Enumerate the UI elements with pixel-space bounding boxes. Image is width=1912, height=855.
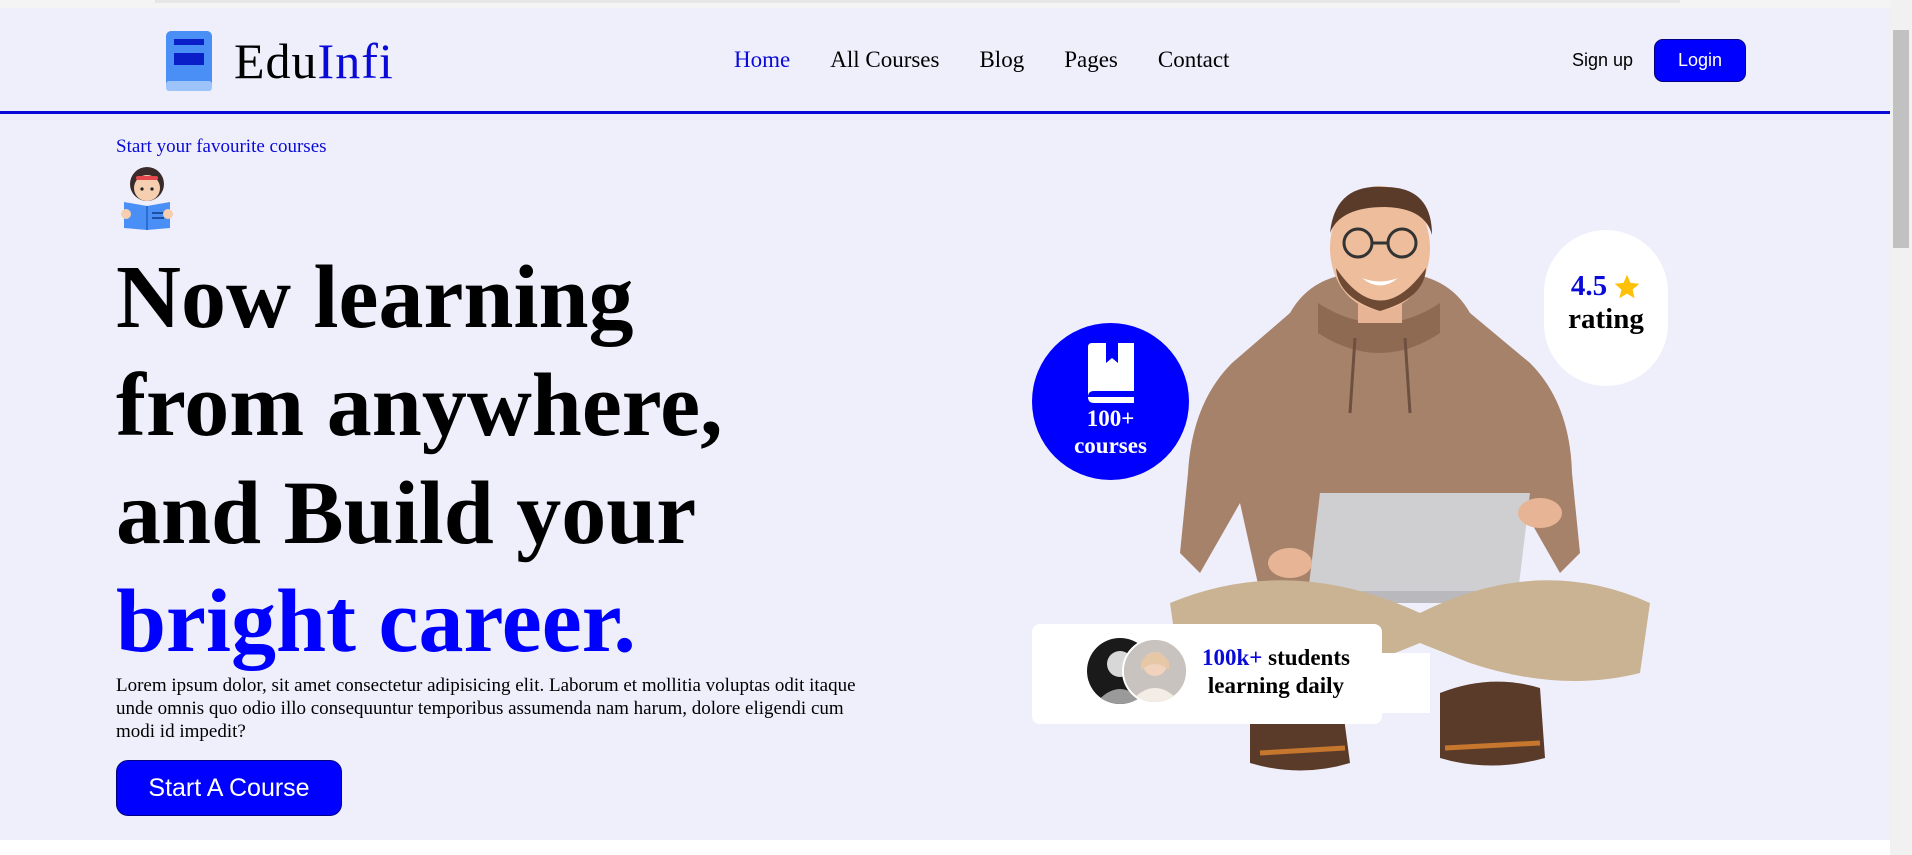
brand-name: EduInfi [234, 36, 394, 86]
headline-line: from anywhere, [116, 356, 723, 455]
login-button[interactable]: Login [1654, 39, 1746, 82]
students-count: 100k+ [1202, 645, 1263, 670]
headline-line: and Build your [116, 464, 697, 563]
hero-description: Lorem ipsum dolor, sit amet consectetur … [116, 675, 856, 742]
browser-top-strip [0, 0, 1890, 8]
students-stat-card: 100k+ students learning daily [1032, 624, 1382, 724]
reading-girl-icon [118, 164, 176, 230]
students-label: students [1268, 645, 1350, 670]
main-nav: Home All Courses Blog Pages Contact [734, 48, 1229, 71]
brand-name-part1: Edu [234, 33, 318, 89]
courses-label: courses [1074, 433, 1147, 458]
top-strip-bar [155, 0, 1680, 3]
nav-all-courses[interactable]: All Courses [830, 48, 939, 71]
brand-name-part2: Infi [317, 33, 394, 89]
site-header: EduInfi Home All Courses Blog Pages Cont… [0, 8, 1890, 114]
page: EduInfi Home All Courses Blog Pages Cont… [0, 8, 1890, 840]
nav-blog[interactable]: Blog [979, 48, 1024, 71]
avatar [1122, 638, 1188, 704]
page-scrollbar[interactable] [1890, 0, 1912, 855]
students-sublabel: learning daily [1207, 673, 1345, 698]
scrollbar-thumb[interactable] [1893, 30, 1909, 248]
hero-headline: Now learning from anywhere, and Build yo… [116, 244, 876, 676]
headline-highlight: bright career. [116, 572, 636, 671]
rating-value: 4.5 [1570, 270, 1608, 302]
courses-stat-badge: 100+ courses [1032, 323, 1189, 480]
hero-eyebrow: Start your favourite courses [116, 136, 327, 157]
start-course-button[interactable]: Start A Course [116, 760, 342, 816]
book-icon [1084, 343, 1138, 405]
nav-pages[interactable]: Pages [1064, 48, 1118, 71]
rating-stat-badge: 4.5 rating [1544, 230, 1668, 386]
brand-logo[interactable]: EduInfi [164, 29, 394, 93]
headline-line: Now learning [116, 248, 634, 347]
courses-count: 100+ [1086, 406, 1135, 431]
signup-link[interactable]: Sign up [1572, 50, 1633, 71]
nav-contact[interactable]: Contact [1158, 48, 1230, 71]
rating-label: rating [1568, 303, 1644, 335]
book-icon [164, 29, 214, 93]
nav-home[interactable]: Home [734, 48, 790, 71]
star-icon [1613, 273, 1641, 301]
students-text: 100k+ students learning daily [1202, 644, 1350, 700]
